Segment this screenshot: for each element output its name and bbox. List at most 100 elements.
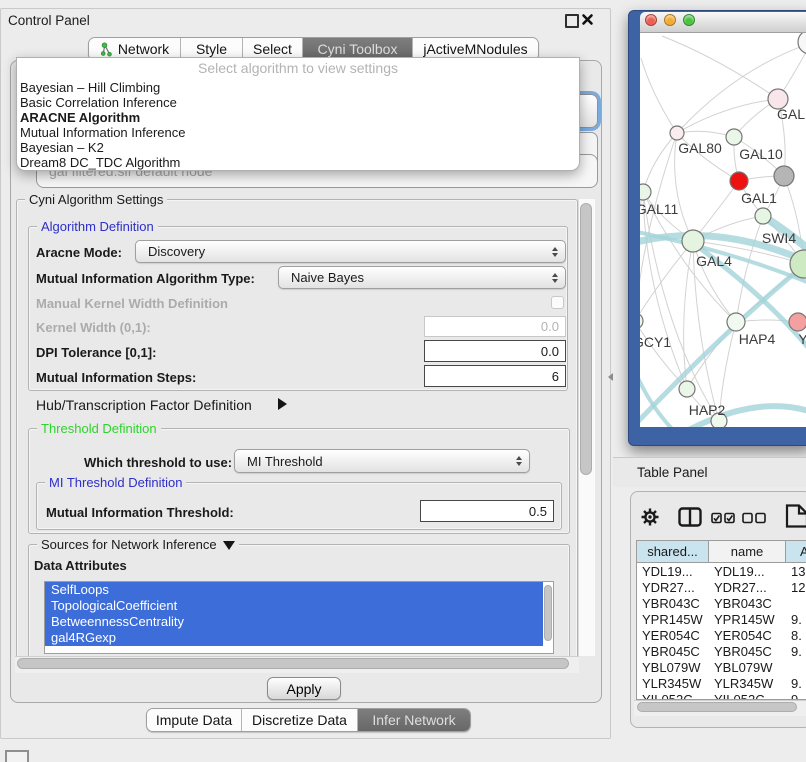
table-cell: 9. [786,643,806,659]
deselect-all-checkboxes-icon[interactable] [742,512,766,524]
attribute-item-gal4rgexp[interactable]: gal4RGexp [45,630,543,646]
which-threshold-label: Which threshold to use: [84,455,232,470]
table-row[interactable]: YBR043CYBR043C [637,595,806,611]
data-attributes-label: Data Attributes [34,558,127,573]
mi-type-combo[interactable]: Naive Bayes [278,266,566,289]
network-node[interactable] [774,166,794,186]
network-node[interactable] [727,313,745,331]
mi-threshold-group-title: MI Threshold Definition [45,475,186,490]
attribute-item-topologicalcoefficient[interactable]: TopologicalCoefficient [45,598,543,614]
column-header-shared[interactable]: shared... [637,541,709,562]
network-node-label: GAL80 [678,140,722,156]
apply-button[interactable]: Apply [267,677,341,700]
minimize-traffic-light-icon[interactable] [664,14,676,26]
aracne-mode-combo[interactable]: Discovery [135,240,566,263]
cyni-algorithm-settings-title: Cyni Algorithm Settings [25,192,167,207]
stepper-arrows-icon [516,456,522,466]
table-row[interactable]: YDR27...YDR27...12 [637,579,806,595]
bottom-tab-discretize-data[interactable]: Discretize Data [241,709,357,731]
algorithm-option-basic-correlation-inference[interactable]: Basic Correlation Inference [17,95,579,110]
mi-threshold-field[interactable]: 0.5 [420,500,554,522]
dpi-tolerance-value: 0.0 [541,344,559,359]
network-node[interactable] [730,172,748,190]
table-row[interactable]: YBR045CYBR045C9. [637,643,806,659]
table-row[interactable]: YIL052CYIL052C9 [637,691,806,700]
network-edge [662,36,778,99]
table-panel-title: Table Panel [637,465,708,480]
dpi-tolerance-field[interactable]: 0.0 [424,340,566,362]
gear-icon[interactable] [640,507,660,527]
network-node-label: GAL [777,106,805,122]
which-threshold-combo[interactable]: MI Threshold [234,449,530,473]
close-icon[interactable] [581,13,594,26]
expand-arrow-icon[interactable] [278,398,287,410]
hub-section-label[interactable]: Hub/Transcription Factor Definition [36,397,252,413]
table-cell: YBL079W [637,659,709,675]
settings-vscroll-thumb[interactable] [580,203,592,475]
table-cell: YDR27... [637,579,709,595]
new-table-icon[interactable] [784,503,806,529]
kernel-width-field[interactable]: 0.0 [424,316,566,337]
table-cell: YBR045C [709,643,786,659]
attribute-item-betweennesscentrality[interactable]: BetweennessCentrality [45,614,543,630]
algorithm-definition-title: Algorithm Definition [37,219,158,234]
network-canvas[interactable]: GALGAL80GAL10GAL1GAL11SWI4GAL4HAP4YGCY1H… [640,33,806,427]
divider-collapse-handle[interactable] [608,373,613,381]
algorithm-dropdown-list: Bayesian – Hill ClimbingBasic Correlatio… [17,78,579,170]
column-header-name[interactable]: name [709,541,786,562]
network-node-label: GAL4 [696,253,732,269]
threshold-definition-title: Threshold Definition [37,421,161,436]
table-cell: YDL19... [637,563,709,579]
columns-icon[interactable] [678,507,702,527]
table-cell: YPR145W [637,611,709,627]
zoom-traffic-light-icon[interactable] [683,14,695,26]
network-node[interactable] [789,313,806,331]
network-node[interactable] [640,184,651,200]
attribute-item-selfloops[interactable]: SelfLoops [45,582,543,598]
table-hscroll-thumb[interactable] [637,702,797,712]
mi-steps-field[interactable]: 6 [424,365,566,387]
table-cell [786,659,806,675]
manual-kernel-checkbox[interactable] [551,296,564,309]
network-node[interactable] [640,313,643,329]
table-row[interactable]: YPR145WYPR145W9. [637,611,806,627]
tab-network-label: Network [118,41,169,57]
table-row[interactable]: YBL079WYBL079W [637,659,806,675]
node-table: shared...nameA YDL19...YDL19...13YDR27..… [636,540,806,700]
bottom-tabbar: Impute DataDiscretize DataInfer Network [146,708,471,732]
column-header-a[interactable]: A [786,541,806,562]
network-node[interactable] [726,129,742,145]
algorithm-option-bayesian-hill-climbing[interactable]: Bayesian – Hill Climbing [17,80,579,95]
collapse-arrow-icon[interactable] [223,541,235,550]
docked-panel-icon[interactable] [5,750,29,762]
float-icon[interactable] [565,14,579,28]
attributes-scrollbar-thumb[interactable] [544,585,552,641]
table-row[interactable]: YER054CYER054C8. [637,627,806,643]
network-node[interactable] [798,33,806,54]
settings-hscroll-thumb[interactable] [17,658,569,669]
aracne-mode-label: Aracne Mode: [36,245,122,260]
network-node[interactable] [679,381,695,397]
close-traffic-light-icon[interactable] [645,14,657,26]
algorithm-option-bayesian-k2[interactable]: Bayesian – K2 [17,140,579,155]
algorithm-option-mutual-information-inference[interactable]: Mutual Information Inference [17,125,579,140]
network-node[interactable] [682,230,704,252]
network-node[interactable] [755,208,771,224]
bottom-tab-impute-data[interactable]: Impute Data [147,709,241,731]
network-node-label: GCY1 [640,334,671,350]
mi-threshold-value: 0.5 [529,504,547,519]
network-node-label: HAP2 [689,402,726,418]
mi-type-label: Mutual Information Algorithm Type: [36,271,255,286]
network-node[interactable] [670,126,684,140]
table-cell: 13 [786,563,806,579]
table-row[interactable]: YDL19...YDL19...13 [637,563,806,579]
algorithm-option-aracne-algorithm[interactable]: ARACNE Algorithm [17,110,579,125]
bottom-tab-infer-network[interactable]: Infer Network [357,709,470,731]
table-cell: YBR045C [637,643,709,659]
select-all-checkboxes-icon[interactable] [711,512,735,524]
algorithm-option-dream8-dc-tdc-algorithm[interactable]: Dream8 DC_TDC Algorithm [17,155,579,170]
network-node-label: GAL10 [739,146,783,162]
table-row[interactable]: YLR345WYLR345W9. [637,675,806,691]
sources-title[interactable]: Sources for Network Inference [41,537,217,552]
aracne-mode-value: Discovery [148,244,205,259]
